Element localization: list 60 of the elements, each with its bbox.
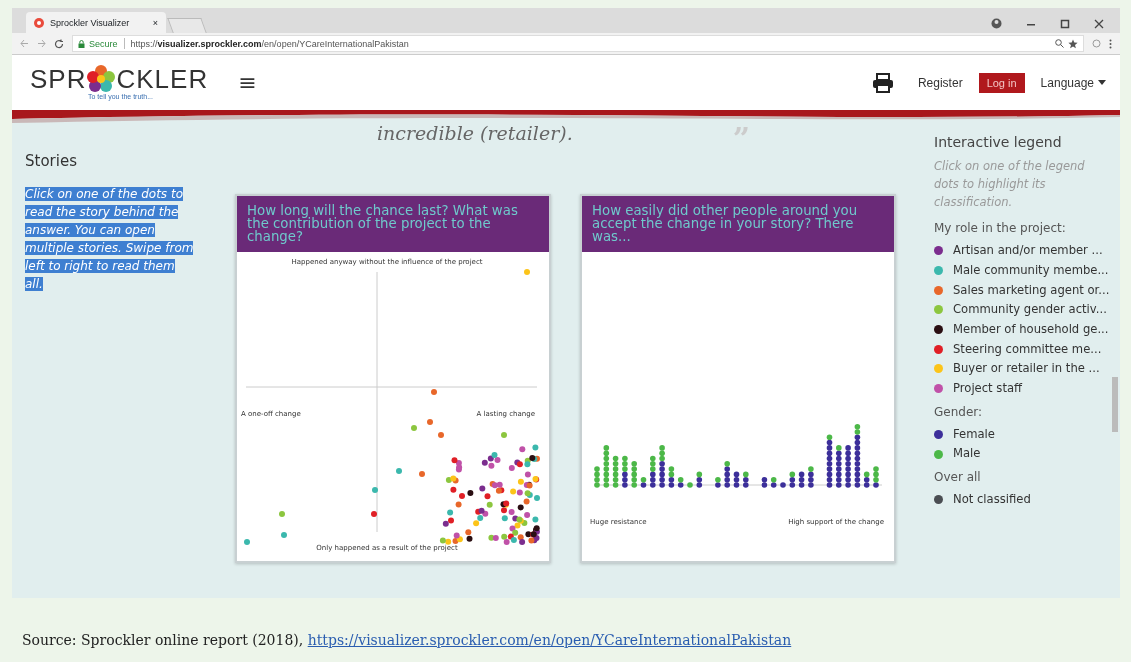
legend-dot[interactable]: [934, 364, 943, 374]
legend-label: Community gender activ...: [953, 301, 1107, 319]
legend-label: Project staff: [953, 379, 1023, 397]
legend-label: Member of household ge...: [953, 320, 1109, 338]
legend-group-title: My role in the project:: [934, 220, 1067, 237]
legend-dot[interactable]: [934, 266, 943, 276]
scatter-dots-drawing[interactable]: [244, 269, 540, 545]
legend-label: Female: [953, 425, 995, 443]
legend-dot[interactable]: [934, 344, 943, 354]
legend-label: Buyer or retailer in the ...: [953, 360, 1100, 378]
legend-group-title: Over all: [934, 468, 982, 486]
maximize-icon[interactable]: [1060, 18, 1070, 29]
star-icon[interactable]: [1068, 38, 1078, 49]
source-caption: Source: Sprockler online report (2018), https://visualizer.sprockler.com/en/open/YCareInternationalPakistan: [21, 631, 793, 648]
legend-label: Sales marketing agent or...: [953, 281, 1110, 299]
dot-columns-drawing[interactable]: [594, 423, 879, 488]
browser-tab[interactable]: Sprockler Visualizer ×: [26, 12, 166, 33]
kebab-menu-icon[interactable]: [1109, 38, 1112, 49]
legend-label: Male community membe...: [953, 261, 1109, 279]
legend-dot[interactable]: [934, 495, 943, 505]
register-link[interactable]: Register: [917, 75, 963, 90]
account-icon[interactable]: [991, 18, 1002, 29]
legend-dot[interactable]: [934, 449, 943, 459]
tab-title: Sprockler Visualizer: [50, 17, 131, 28]
legend-dot[interactable]: [934, 429, 943, 439]
lock-icon: [78, 39, 85, 48]
legend-label: Male: [953, 445, 981, 463]
legend-label: Artisan and/or member ...: [953, 242, 1103, 260]
site-icon: [34, 17, 44, 28]
legend-label: Steering committee me...: [953, 340, 1102, 358]
stories-title: Stories: [25, 151, 78, 172]
close-icon[interactable]: [1094, 18, 1104, 29]
legend-dot[interactable]: [934, 384, 943, 394]
caret-icon: [1098, 80, 1106, 85]
scrollbar-thumb[interactable]: [1112, 377, 1118, 432]
secure-label: Secure: [89, 38, 118, 49]
legend-dot[interactable]: [934, 285, 943, 295]
quote-mark: ”: [732, 124, 750, 154]
language-dropdown[interactable]: Language: [1040, 75, 1106, 90]
legend-dot[interactable]: [934, 325, 943, 335]
quote-text: incredible (retailer).: [377, 124, 573, 143]
chart-title: How long will the chance last? What was the contribution of the project to the change?: [237, 196, 549, 252]
source-link[interactable]: https://visualizer.sprockler.com/en/open/YCareInternationalPakistan: [307, 632, 792, 648]
legend-title: Interactive legend: [934, 133, 1063, 152]
chart-title: How easily did other people around you accept the change in your story? There was...: [582, 196, 894, 252]
reload-icon[interactable]: [54, 38, 64, 49]
login-button[interactable]: Log in: [978, 72, 1025, 93]
flower-icon: [86, 65, 117, 93]
printer-icon[interactable]: [871, 72, 894, 93]
legend-label: Not classified: [953, 491, 1031, 508]
address-bar[interactable]: Secure https://visualizer.sprockler.com/en/open/YCareInternationalPakistan: [72, 35, 1084, 52]
zoom-icon[interactable]: [1055, 39, 1064, 48]
stories-instructions: Click on one of the dots to read the story behind the answer. You can open multiple stories. Swipe from left to right to read them all.: [25, 185, 195, 293]
menu-toggle[interactable]: ≡: [238, 71, 257, 94]
legend-group-title: Gender:: [934, 403, 984, 421]
url-text: https://visualizer.sprockler.com/en/open/YCareInternationalPakistan: [130, 38, 409, 49]
legend-dot[interactable]: [934, 305, 943, 315]
legend-dot[interactable]: [934, 246, 943, 256]
legend-hint: Click on one of the legend dots to highlight its classification.: [934, 158, 1086, 211]
tab-close[interactable]: ×: [152, 17, 158, 28]
